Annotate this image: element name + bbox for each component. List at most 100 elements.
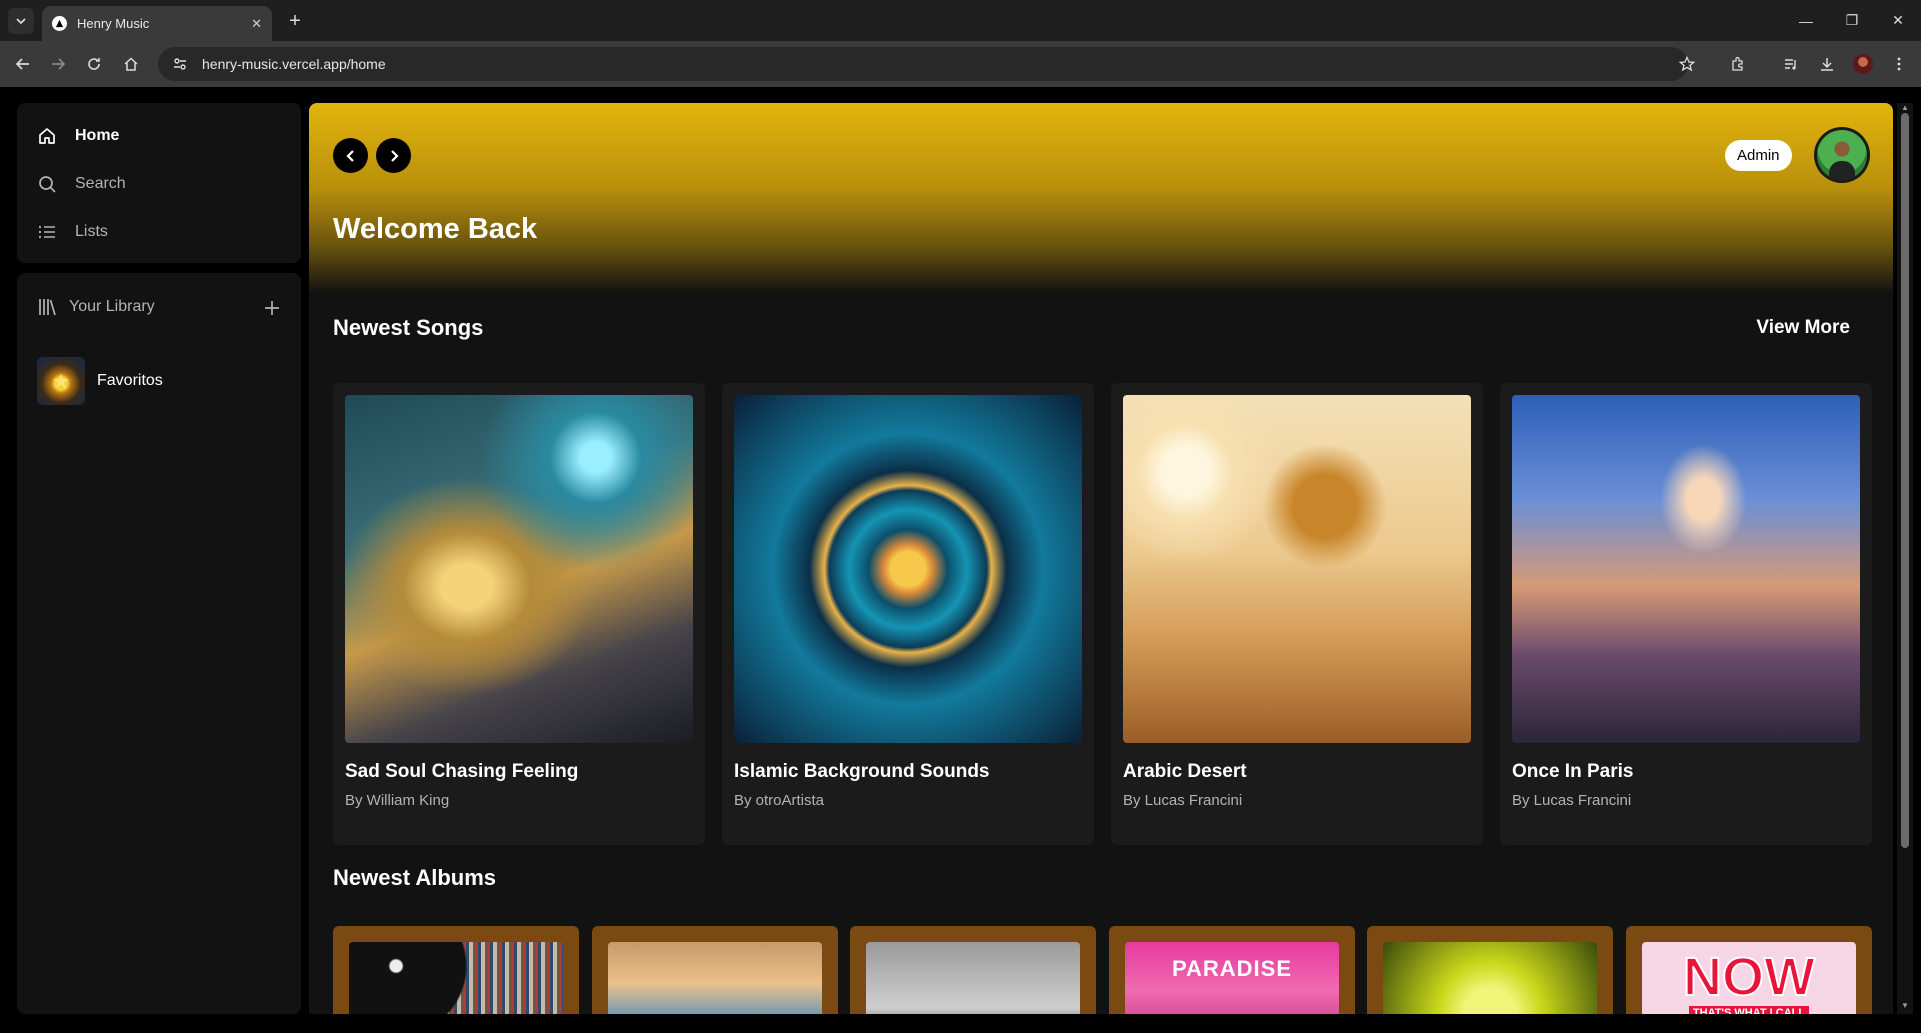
song-title: Islamic Background Sounds (734, 761, 990, 782)
add-playlist-button[interactable] (263, 295, 281, 321)
browser-toolbar: henry-music.vercel.app/home (0, 41, 1921, 87)
song-cover-image (1512, 395, 1860, 743)
view-more-link[interactable]: View More (1756, 317, 1850, 339)
album-cover-subtext: THAT'S WHAT I CALL (1688, 1006, 1810, 1014)
song-artist: By Lucas Francini (1123, 792, 1243, 809)
star-icon (1679, 56, 1695, 72)
library-icon (39, 299, 56, 316)
sidebar-item-home[interactable]: Home (37, 121, 119, 151)
playlist-icon (1785, 59, 1796, 70)
avatar-image (1817, 130, 1867, 180)
chevron-right-icon (390, 149, 399, 162)
playlist-thumbnail: ★ (37, 357, 85, 405)
hero-header (309, 103, 1893, 293)
app-root: Home Search Lists Your Library ★ Favorit… (0, 87, 1921, 1033)
browser-menu-button[interactable] (1885, 50, 1913, 78)
more-vertical-icon (1897, 57, 1901, 71)
profile-button[interactable] (1849, 50, 1877, 78)
forward-button[interactable] (44, 50, 72, 78)
restore-button[interactable]: ❐ (1829, 0, 1875, 41)
album-card[interactable]: PARADISE (1109, 926, 1355, 1014)
song-artist: By otroArtista (734, 792, 825, 809)
reload-button[interactable] (80, 50, 108, 78)
home-icon (124, 57, 138, 71)
album-card[interactable] (850, 926, 1096, 1014)
scroll-up-icon[interactable]: ▲ (1901, 103, 1909, 112)
browser-tab[interactable]: Henry Music ✕ (42, 6, 272, 41)
song-cover-image (734, 395, 1082, 743)
sidebar-item-label: Search (75, 175, 126, 192)
bookmark-button[interactable] (1673, 50, 1701, 78)
library-label: Your Library (69, 298, 155, 315)
minimize-button[interactable]: — (1783, 0, 1829, 41)
song-artist: By William King (345, 792, 450, 809)
plus-icon (265, 301, 279, 315)
song-title: Once In Paris (1512, 761, 1634, 782)
history-back-button[interactable] (333, 138, 368, 173)
download-icon (1821, 58, 1833, 71)
album-cover-text: NOW (1682, 947, 1816, 1007)
search-icon (39, 176, 56, 193)
back-button[interactable] (9, 50, 37, 78)
scrollbar-thumb[interactable] (1901, 113, 1909, 848)
song-title: Sad Soul Chasing Feeling (345, 761, 579, 782)
library-item-label: Favoritos (97, 372, 163, 389)
url-text: henry-music.vercel.app/home (202, 56, 386, 72)
tab-title: Henry Music (77, 16, 150, 31)
site-info-icon[interactable] (172, 56, 188, 72)
song-cover-image (345, 395, 693, 743)
home-icon (39, 128, 55, 144)
new-tab-button[interactable]: + (282, 8, 308, 34)
main-content: Admin Welcome Back Newest Songs View Mor… (309, 103, 1893, 1014)
arrow-right-icon (52, 58, 66, 70)
sidebar-item-label: Home (75, 127, 120, 144)
page-title: Welcome Back (333, 213, 538, 245)
scroll-down-icon[interactable]: ▼ (1901, 1001, 1909, 1010)
song-card[interactable]: Arabic Desert By Lucas Francini (1111, 383, 1483, 845)
puzzle-icon (1732, 56, 1743, 71)
tab-list-button[interactable] (8, 8, 34, 34)
album-card[interactable] (592, 926, 838, 1014)
album-card[interactable]: NOW THAT'S WHAT I CALL (1626, 926, 1872, 1014)
album-cover-image (1383, 942, 1597, 1014)
tab-close-icon[interactable]: ✕ (251, 16, 262, 32)
extensions-button[interactable] (1724, 50, 1752, 78)
admin-button[interactable]: Admin (1725, 140, 1792, 171)
song-card[interactable]: Sad Soul Chasing Feeling By William King (333, 383, 705, 845)
song-card[interactable]: Once In Paris By Lucas Francini (1500, 383, 1872, 845)
downloads-button[interactable] (1813, 50, 1841, 78)
newest-albums-heading: Newest Albums (333, 865, 497, 890)
browser-tab-bar: Henry Music ✕ + — ❐ ✕ (0, 0, 1921, 41)
album-cover-image: NOW THAT'S WHAT I CALL (1642, 942, 1856, 1014)
album-cover-image (866, 942, 1080, 1014)
reload-icon (88, 58, 100, 70)
song-artist: By Lucas Francini (1512, 792, 1632, 809)
user-avatar[interactable] (1814, 127, 1870, 183)
song-title: Arabic Desert (1123, 761, 1247, 782)
sidebar-item-label: Lists (75, 223, 108, 240)
sidebar-item-search[interactable]: Search (37, 169, 126, 199)
album-card[interactable] (1367, 926, 1613, 1014)
close-window-button[interactable]: ✕ (1875, 0, 1921, 41)
library-panel: Your Library ★ Favoritos (17, 273, 301, 1014)
list-icon (38, 225, 55, 239)
main-scrollbar[interactable]: ▲ ▼ (1897, 103, 1913, 1014)
chevron-down-icon (16, 18, 26, 25)
song-cover-image (1123, 395, 1471, 743)
site-favicon-icon (52, 16, 67, 31)
album-card[interactable] (333, 926, 579, 1014)
history-forward-button[interactable] (376, 138, 411, 173)
home-page-button[interactable] (117, 50, 145, 78)
album-cover-image (608, 942, 822, 1014)
library-item-favoritos[interactable]: ★ Favoritos (37, 357, 163, 405)
album-cover-image: PARADISE (1125, 942, 1339, 1014)
sidebar-item-lists[interactable]: Lists (37, 217, 108, 247)
arrow-left-icon (15, 58, 29, 70)
newest-songs-heading: Newest Songs (333, 315, 484, 340)
chevron-left-icon (345, 149, 354, 162)
album-cover-text: PARADISE (1171, 956, 1293, 981)
library-header[interactable]: Your Library (37, 297, 155, 317)
song-card[interactable]: Islamic Background Sounds By otroArtista (722, 383, 1094, 845)
media-button[interactable] (1777, 50, 1805, 78)
address-bar[interactable]: henry-music.vercel.app/home (158, 47, 1688, 81)
